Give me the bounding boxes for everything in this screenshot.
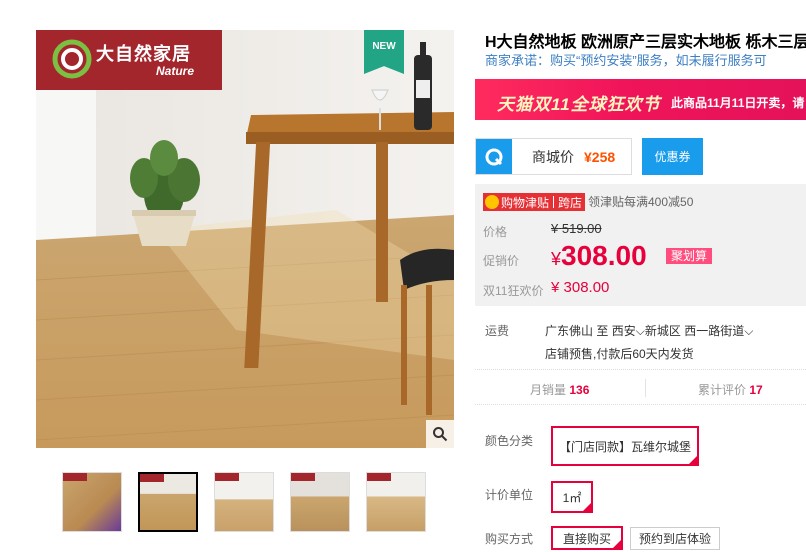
product-title: H大自然地板 欧洲原产三层实木地板 栎木三层 bbox=[485, 34, 806, 51]
promo-price-label: 促销价 bbox=[483, 254, 520, 268]
ship-district-select[interactable]: 新城区 bbox=[645, 324, 681, 338]
color-option-selected[interactable]: 【门店同款】瓦维尔城堡 bbox=[551, 426, 699, 466]
thumbnail-5[interactable] bbox=[366, 472, 426, 532]
mall-price-box[interactable]: 商城价 ¥258 bbox=[475, 138, 632, 175]
mall-price-label: 商城价 bbox=[532, 148, 574, 165]
room-scene-illustration bbox=[36, 30, 454, 448]
mall-price-value: ¥258 bbox=[584, 148, 616, 165]
allowance-description: 领津贴每满400减50 bbox=[588, 195, 694, 209]
unit-option-selected[interactable]: 1㎡ bbox=[551, 481, 593, 513]
shipping-label: 运费 bbox=[485, 324, 510, 338]
shipping-route: 广东佛山 至 西安⌵新城区 西一路街道⌵ bbox=[545, 322, 753, 339]
allowance-label: 购物津贴 bbox=[501, 195, 550, 210]
unit-option-label: 计价单位 bbox=[485, 488, 534, 502]
magnifier-icon bbox=[433, 427, 448, 442]
presale-note: 店铺预售,付款后60天内发货 bbox=[545, 347, 694, 361]
merchant-promise[interactable]: 商家承诺：购买“预约安装”服务，如未履行服务可 bbox=[485, 50, 767, 69]
original-price-label: 价格 bbox=[483, 225, 508, 239]
coin-icon bbox=[485, 195, 499, 209]
cross-store-label: 跨店 bbox=[558, 195, 583, 210]
shopping-allowance-tag[interactable]: 购物津贴 跨店 bbox=[483, 193, 586, 211]
store-appointment-option[interactable]: 预约到店体验 bbox=[630, 527, 720, 550]
thumbnail-1[interactable] bbox=[62, 472, 122, 532]
purchase-method-label: 购买方式 bbox=[485, 532, 534, 546]
festival-note: 此商品11月11日开卖，请 bbox=[671, 96, 805, 110]
thumbnail-4[interactable] bbox=[290, 472, 350, 532]
thumbnail-2[interactable] bbox=[138, 472, 198, 532]
main-product-image[interactable]: 大自然家居 Nature NEW bbox=[36, 30, 454, 448]
tmall-q-icon bbox=[476, 139, 512, 174]
promo-price: ¥308.00 bbox=[551, 240, 647, 271]
buy-direct-option[interactable]: 直接购买 bbox=[551, 526, 623, 550]
chevron-down-icon: ⌵ bbox=[635, 324, 645, 338]
festival-title: 天猫双11全球狂欢节 bbox=[497, 95, 661, 114]
juhuasuan-badge[interactable]: 聚划算 bbox=[666, 248, 713, 264]
total-reviews[interactable]: 累计评价 17 bbox=[698, 381, 763, 398]
festival-banner[interactable]: 天猫双11全球狂欢节 此商品11月11日开卖，请 bbox=[475, 79, 806, 120]
brand-subtitle: Nature bbox=[156, 64, 195, 78]
product-info-panel: H大自然地板 欧洲原产三层实木地板 栎木三层 商家承诺：购买“预约安装”服务，如… bbox=[475, 0, 806, 552]
brand-logo-icon bbox=[52, 39, 92, 79]
brand-badge: 大自然家居 Nature bbox=[36, 30, 222, 90]
brand-name: 大自然家居 bbox=[96, 44, 191, 64]
monthly-sales: 月销量 136 bbox=[530, 383, 590, 397]
ship-street-select[interactable]: 西一路街道⌵ bbox=[684, 324, 753, 338]
ship-to-city-select[interactable]: 西安⌵ bbox=[612, 324, 645, 338]
thumbnail-strip bbox=[62, 472, 426, 532]
festival-price: ¥ 308.00 bbox=[551, 279, 610, 296]
coupon-button[interactable]: 优惠券 bbox=[642, 138, 703, 175]
ship-to-word: 至 bbox=[596, 324, 609, 338]
sales-stats: 月销量 136 累计评价 17 bbox=[475, 369, 806, 405]
ship-from: 广东佛山 bbox=[545, 324, 594, 338]
chevron-down-icon: ⌵ bbox=[744, 324, 754, 338]
zoom-button[interactable] bbox=[426, 420, 454, 448]
original-price: ¥ 519.00 bbox=[551, 221, 602, 236]
color-option-label: 颜色分类 bbox=[485, 434, 534, 448]
festival-price-label: 双11狂欢价 bbox=[483, 284, 544, 298]
price-panel: 购物津贴 跨店 领津贴每满400减50 价格 ¥ 519.00 促销价 ¥308… bbox=[475, 184, 806, 306]
thumbnail-3[interactable] bbox=[214, 472, 274, 532]
